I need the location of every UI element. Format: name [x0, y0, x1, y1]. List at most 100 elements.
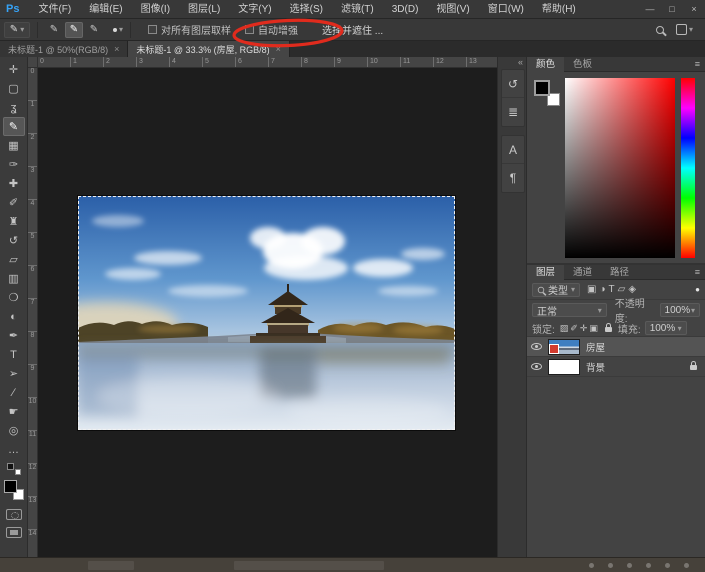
photoshop-window: Ps 文件(F)编辑(E)图像(I)图层(L)文字(Y)选择(S)滤镜(T)3D…: [0, 0, 705, 572]
search-icon: [538, 286, 544, 292]
hue-ramp[interactable]: [681, 78, 695, 258]
lock-transparency-icon[interactable]: ▨: [560, 323, 569, 334]
layer-row-background[interactable]: 背景: [527, 357, 705, 377]
saturation-brightness-field[interactable]: [565, 78, 675, 258]
opacity-dropdown[interactable]: 100% ▾: [660, 303, 700, 317]
filter-smart-objects-icon[interactable]: ◈: [628, 284, 636, 295]
filter-adjustment-layers-icon[interactable]: ◑: [599, 284, 605, 295]
character-panel-icon[interactable]: A: [502, 136, 524, 164]
auto-enhance-checkbox[interactable]: 自动增强: [245, 22, 298, 37]
close-icon[interactable]: ×: [276, 44, 281, 54]
layer-thumbnail[interactable]: [548, 359, 580, 375]
brush-size-picker[interactable]: ▾: [113, 25, 123, 34]
move-tool[interactable]: ✛: [3, 60, 25, 79]
path-selection-tool[interactable]: ➢: [3, 364, 25, 383]
layer-name[interactable]: 房屋: [586, 340, 605, 354]
tab-swatches[interactable]: 色板: [564, 57, 601, 72]
tab-channels[interactable]: 通道: [564, 265, 601, 280]
filter-shape-layers-icon[interactable]: ▱: [618, 284, 626, 295]
lock-artboard-icon[interactable]: ▣: [589, 323, 598, 334]
quick-selection-tool[interactable]: ✎: [3, 117, 25, 136]
eraser-tool[interactable]: ▱: [3, 250, 25, 269]
layer-name[interactable]: 背景: [586, 360, 605, 374]
minimize-button[interactable]: —: [639, 0, 661, 19]
foreground-color-swatch[interactable]: [534, 80, 550, 96]
gradient-tool[interactable]: ▥: [3, 269, 25, 288]
document-image[interactable]: [78, 196, 455, 430]
filter-toggle-icon[interactable]: ●: [695, 285, 700, 294]
layer-row-house[interactable]: 房屋: [527, 337, 705, 357]
menu-item[interactable]: 帮助(H): [533, 0, 585, 19]
collapse-panels-icon[interactable]: «: [518, 57, 523, 67]
filter-pixel-layers-icon[interactable]: ▣: [587, 284, 596, 295]
dodge-tool[interactable]: ◐: [3, 307, 25, 326]
menu-item[interactable]: 图层(L): [179, 0, 229, 19]
add-to-selection-mode-button[interactable]: ✎: [65, 22, 83, 38]
menu-item[interactable]: 视图(V): [427, 0, 478, 19]
tab-paths[interactable]: 路径: [601, 265, 638, 280]
subtract-from-selection-mode-button[interactable]: ✎: [85, 22, 103, 38]
lasso-tool[interactable]: ʓ: [3, 98, 25, 117]
foreground-background-swatches[interactable]: [3, 479, 25, 501]
ruler-number: 7: [269, 57, 302, 67]
document-tab-title: 未标题-1 @ 33.3% (房屋, RGB/8): [136, 43, 269, 56]
lock-position-icon[interactable]: ✛: [580, 323, 588, 334]
line-tool[interactable]: ∕: [3, 383, 25, 402]
tool-preset-picker[interactable]: ✎ ▾: [4, 22, 30, 38]
menu-item[interactable]: 文字(Y): [229, 0, 280, 19]
ruler-number: 14: [28, 530, 37, 557]
spot-healing-tool[interactable]: ✚: [3, 174, 25, 193]
canvas-area[interactable]: [38, 68, 497, 557]
marquee-tool[interactable]: ▢: [3, 79, 25, 98]
filter-type-layers-icon[interactable]: T: [609, 284, 615, 295]
menu-item[interactable]: 滤镜(T): [332, 0, 383, 19]
properties-panel-icon[interactable]: ≣: [502, 98, 524, 126]
maximize-button[interactable]: □: [661, 0, 683, 19]
clone-stamp-tool[interactable]: ♜: [3, 212, 25, 231]
history-panel-icon[interactable]: ↺: [502, 70, 524, 98]
close-icon[interactable]: ×: [114, 44, 119, 54]
menu-item[interactable]: 窗口(W): [479, 0, 533, 19]
foreground-color-swatch[interactable]: [4, 480, 17, 493]
pen-tool[interactable]: ✒: [3, 326, 25, 345]
menu-item[interactable]: 图像(I): [132, 0, 179, 19]
document-tab[interactable]: 未标题-1 @ 50%(RGB/8) ×: [0, 41, 128, 57]
fill-dropdown[interactable]: 100% ▾: [645, 321, 687, 335]
eyedropper-tool[interactable]: ✑: [3, 155, 25, 174]
tab-color[interactable]: 颜色: [527, 57, 564, 72]
document-tab-bar: 未标题-1 @ 50%(RGB/8) × 未标题-1 @ 33.3% (房屋, …: [0, 41, 705, 57]
zoom-tool[interactable]: ◎: [3, 421, 25, 440]
layer-filter-type-dropdown[interactable]: 类型 ▾: [532, 283, 580, 297]
menu-item[interactable]: 编辑(E): [80, 0, 131, 19]
menu-item[interactable]: 文件(F): [29, 0, 80, 19]
new-selection-mode-button[interactable]: ✎: [45, 22, 63, 38]
paragraph-panel-icon[interactable]: ¶: [502, 164, 524, 192]
brush-tool[interactable]: ✐: [3, 193, 25, 212]
layer-thumbnail[interactable]: [548, 339, 580, 355]
menu-item[interactable]: 选择(S): [281, 0, 332, 19]
layer-visibility-eye-icon[interactable]: [531, 343, 542, 350]
history-brush-tool[interactable]: ↺: [3, 231, 25, 250]
quick-mask-button[interactable]: [6, 509, 22, 520]
crop-tool[interactable]: ▦: [3, 136, 25, 155]
sample-all-layers-checkbox[interactable]: 对所有图层取样: [148, 22, 231, 37]
search-icon[interactable]: [656, 26, 664, 34]
type-tool[interactable]: T: [3, 345, 25, 364]
more-tools[interactable]: …: [3, 440, 25, 459]
screen-mode-button[interactable]: [6, 527, 22, 538]
blur-tool[interactable]: ❍: [3, 288, 25, 307]
panel-menu-icon[interactable]: ≡: [695, 267, 700, 277]
hand-tool[interactable]: ☛: [3, 402, 25, 421]
blend-mode-dropdown[interactable]: 正常 ▾: [532, 303, 607, 317]
select-and-mask-button[interactable]: 选择并遮住 ...: [316, 20, 389, 39]
close-button[interactable]: ×: [683, 0, 705, 19]
menu-item[interactable]: 3D(D): [383, 0, 428, 19]
lock-all-icon[interactable]: [605, 327, 612, 332]
document-tab[interactable]: 未标题-1 @ 33.3% (房屋, RGB/8) ×: [128, 41, 289, 57]
layer-visibility-eye-icon[interactable]: [531, 363, 542, 370]
workspace-switcher[interactable]: ▾: [676, 24, 693, 35]
default-colors-icon[interactable]: [7, 463, 21, 475]
panel-menu-icon[interactable]: ≡: [695, 59, 700, 69]
tab-layers[interactable]: 图层: [527, 265, 564, 280]
lock-pixels-icon[interactable]: ✐: [570, 323, 578, 334]
